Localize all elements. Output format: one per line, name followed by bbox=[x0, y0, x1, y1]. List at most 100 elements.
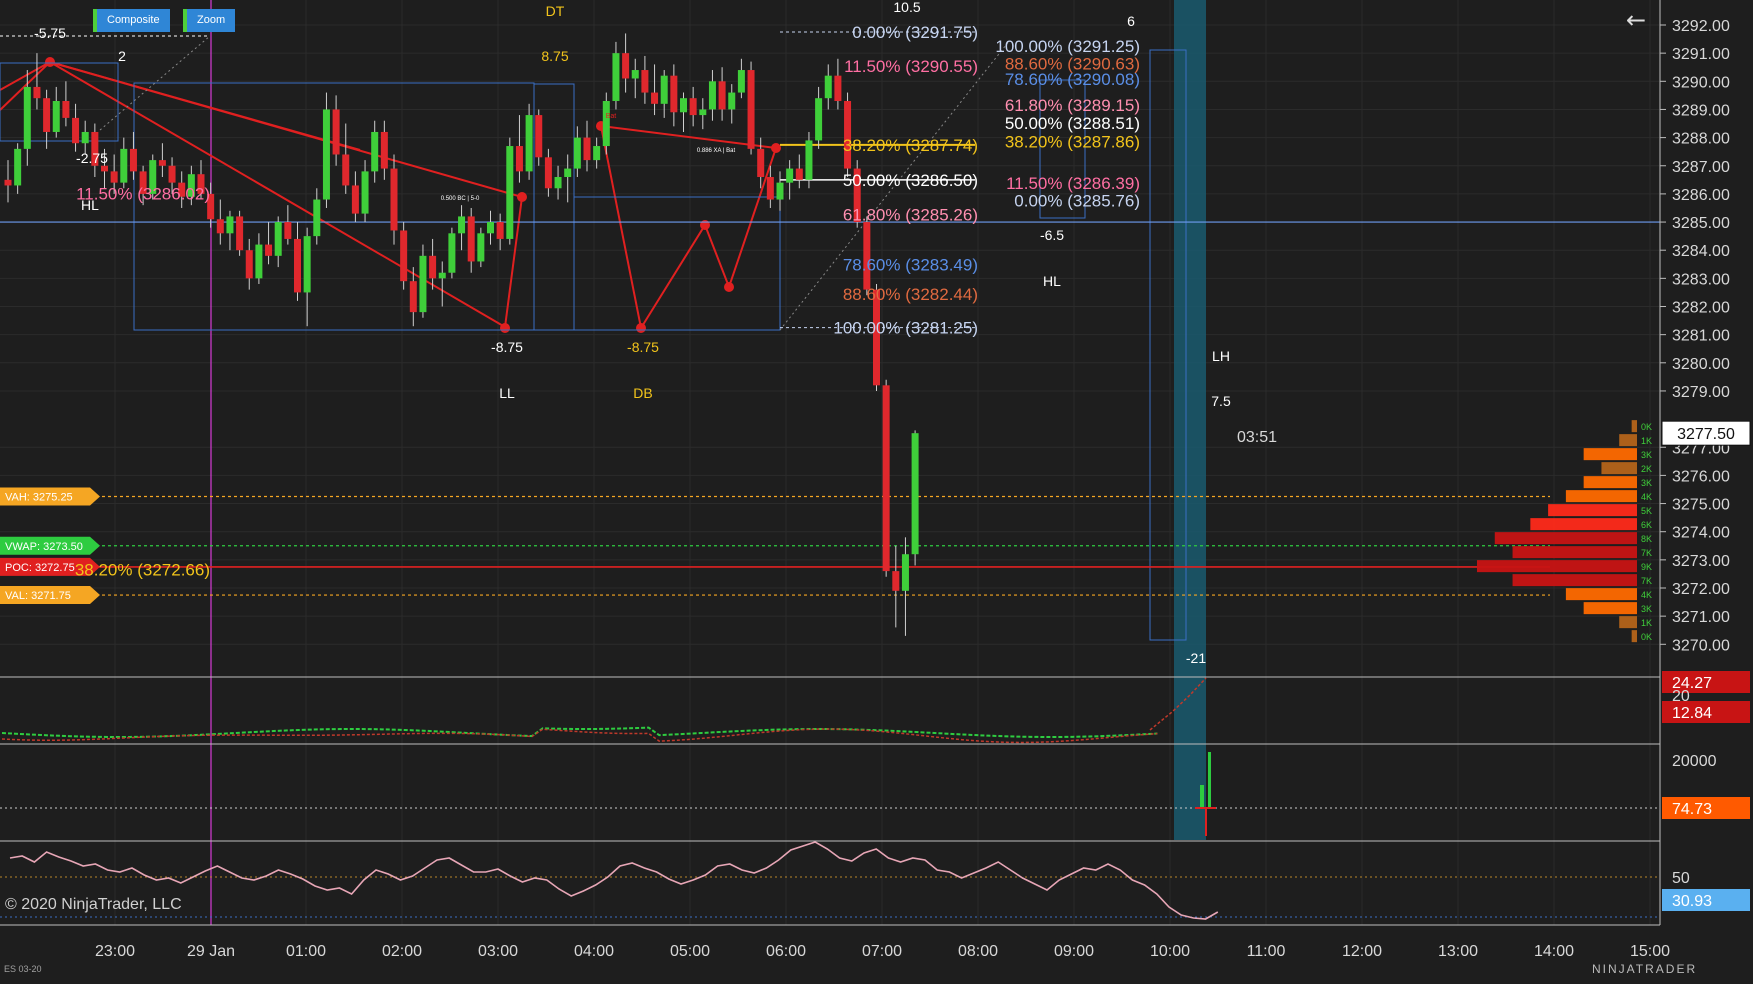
candle-body[interactable] bbox=[226, 216, 234, 234]
candle-body[interactable] bbox=[506, 146, 514, 239]
candle-body[interactable] bbox=[573, 137, 581, 169]
arrow-left-icon[interactable]: ← bbox=[1626, 6, 1646, 34]
candle-body[interactable] bbox=[757, 148, 765, 178]
candle-body[interactable] bbox=[429, 255, 437, 279]
candle-body[interactable] bbox=[458, 216, 466, 234]
candle-body[interactable] bbox=[487, 222, 494, 234]
candle-body[interactable] bbox=[129, 148, 137, 172]
candle-body[interactable] bbox=[72, 117, 80, 144]
candle-body[interactable] bbox=[448, 233, 456, 273]
candle-body[interactable] bbox=[766, 177, 774, 200]
candle-body[interactable] bbox=[651, 92, 659, 104]
candle-body[interactable] bbox=[708, 81, 716, 110]
candle-body[interactable] bbox=[737, 70, 745, 93]
profile-bar-label: 3K bbox=[1641, 450, 1652, 460]
zoom-button[interactable]: Zoom bbox=[183, 9, 236, 32]
swing-label: 2 bbox=[118, 48, 126, 64]
candle-body[interactable] bbox=[815, 98, 823, 141]
candle-body[interactable] bbox=[438, 272, 446, 279]
candle-body[interactable] bbox=[43, 98, 51, 132]
price-tick-label: 3280.00 bbox=[1672, 356, 1730, 373]
candle-body[interactable] bbox=[236, 216, 244, 251]
candle-body[interactable] bbox=[255, 244, 263, 279]
candle-body[interactable] bbox=[689, 98, 697, 116]
candle-body[interactable] bbox=[622, 53, 630, 79]
composite-button[interactable]: Composite bbox=[93, 9, 170, 32]
candle-body[interactable] bbox=[265, 244, 273, 256]
candle-body[interactable] bbox=[419, 255, 427, 313]
candle-body[interactable] bbox=[554, 177, 562, 189]
candle-body[interactable] bbox=[81, 131, 89, 144]
candle-body[interactable] bbox=[824, 75, 832, 99]
price-chart[interactable]: VAH: 3275.25 VWAP: 3273.50 POC: 3272.75 VAL… bbox=[0, 0, 1753, 979]
candle-body[interactable] bbox=[101, 165, 108, 172]
candle-body[interactable] bbox=[699, 109, 707, 116]
candle-body[interactable] bbox=[795, 168, 803, 180]
candle-body[interactable] bbox=[361, 171, 369, 214]
time-tick-label: 12:00 bbox=[1342, 943, 1382, 960]
candle-body[interactable] bbox=[120, 148, 128, 183]
candle-body[interactable] bbox=[680, 98, 687, 113]
candle-body[interactable] bbox=[62, 101, 70, 118]
candle-body[interactable] bbox=[380, 131, 388, 169]
candle-body[interactable] bbox=[776, 182, 784, 200]
candle-body[interactable] bbox=[52, 101, 60, 132]
candle-body[interactable] bbox=[602, 101, 610, 147]
candle-body[interactable] bbox=[332, 109, 340, 155]
candle-body[interactable] bbox=[409, 281, 417, 313]
candle-body[interactable] bbox=[274, 222, 282, 256]
candle-body[interactable] bbox=[322, 109, 330, 200]
candle-body[interactable] bbox=[33, 86, 41, 99]
candle-body[interactable] bbox=[4, 179, 12, 186]
candle-body[interactable] bbox=[882, 385, 890, 572]
chart-window[interactable]: VAH: 3275.25 VWAP: 3273.50 POC: 3272.75 VAL… bbox=[0, 0, 1753, 979]
candle-body[interactable] bbox=[245, 250, 253, 279]
candle-body[interactable] bbox=[641, 70, 649, 93]
candle-body[interactable] bbox=[911, 433, 919, 555]
profile-bar bbox=[1619, 434, 1637, 447]
candle-body[interactable] bbox=[583, 137, 591, 161]
panel-readout-label: 30.93 bbox=[1672, 893, 1712, 910]
candle-body[interactable] bbox=[168, 165, 176, 183]
candle-body[interactable] bbox=[535, 115, 543, 158]
candle-body[interactable] bbox=[496, 222, 504, 239]
candle-body[interactable] bbox=[728, 92, 736, 110]
candle-body[interactable] bbox=[14, 148, 22, 186]
candle-body[interactable] bbox=[467, 216, 475, 262]
candle-body[interactable] bbox=[564, 168, 572, 178]
candle-body[interactable] bbox=[892, 571, 900, 591]
candle-body[interactable] bbox=[834, 75, 842, 102]
price-tick-label: 3285.00 bbox=[1672, 215, 1730, 232]
candle-body[interactable] bbox=[718, 81, 726, 110]
candle-body[interactable] bbox=[342, 154, 350, 186]
candle-body[interactable] bbox=[515, 146, 523, 172]
candle-body[interactable] bbox=[284, 222, 292, 239]
candle-body[interactable] bbox=[593, 146, 601, 161]
candle-body[interactable] bbox=[110, 171, 118, 183]
candle-body[interactable] bbox=[371, 131, 379, 172]
candle-body[interactable] bbox=[294, 238, 301, 293]
candle-body[interactable] bbox=[805, 140, 813, 180]
candle-body[interactable] bbox=[216, 219, 224, 234]
candle-body[interactable] bbox=[786, 168, 794, 183]
candle-body[interactable] bbox=[612, 53, 620, 102]
time-tick-label: 15:00 bbox=[1630, 943, 1670, 960]
candle-body[interactable] bbox=[303, 236, 311, 293]
candle-body[interactable] bbox=[23, 86, 31, 149]
candle-body[interactable] bbox=[313, 199, 321, 237]
candle-body[interactable] bbox=[351, 185, 359, 214]
candle-body[interactable] bbox=[747, 70, 755, 149]
candle-body[interactable] bbox=[660, 75, 668, 104]
candle-body[interactable] bbox=[901, 554, 909, 591]
price-tick-label: 3283.00 bbox=[1672, 271, 1730, 288]
candle-body[interactable] bbox=[525, 115, 533, 172]
candle-body[interactable] bbox=[158, 160, 166, 166]
candle-body[interactable] bbox=[631, 70, 639, 79]
candle-body[interactable] bbox=[400, 230, 408, 282]
candle-body[interactable] bbox=[844, 101, 852, 169]
candle-body[interactable] bbox=[477, 233, 485, 262]
candle-body[interactable] bbox=[390, 168, 398, 231]
candle-body[interactable] bbox=[670, 75, 678, 113]
candle-body[interactable] bbox=[544, 157, 552, 189]
price-tick-label: 3272.00 bbox=[1672, 581, 1730, 598]
